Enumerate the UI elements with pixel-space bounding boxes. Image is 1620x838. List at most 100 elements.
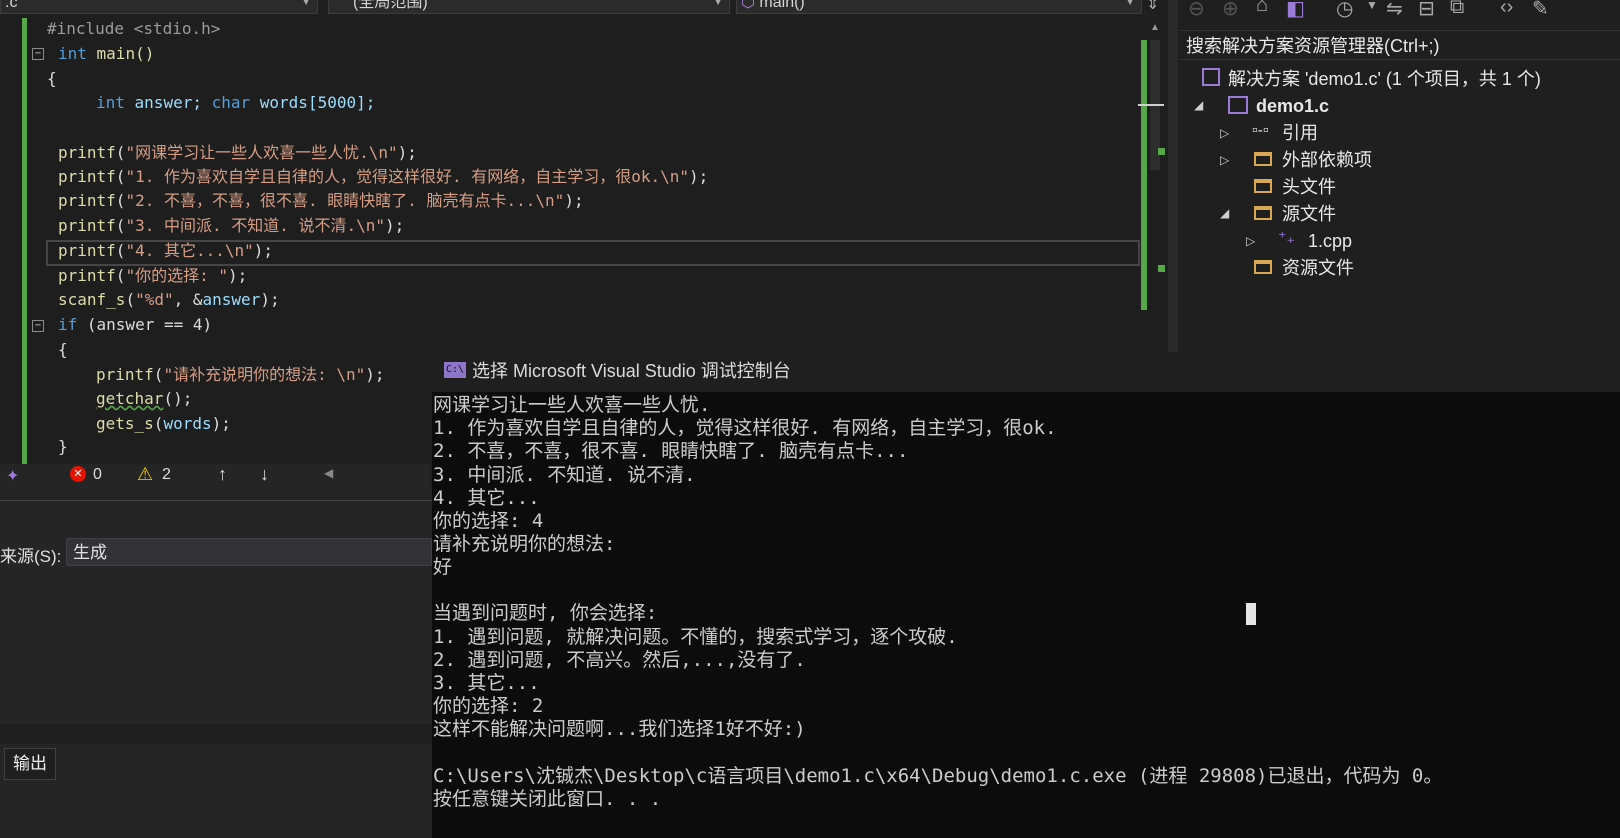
tree-item-resource-files[interactable]: 资源文件 [1282,255,1354,281]
string-literal: "3. 中间派. 不知道. 说不清.\n" [125,216,386,235]
code-line: printf("4. 其它...\n"); [58,241,274,260]
home-icon[interactable]: ⌂ [1256,0,1268,17]
editor-navigation-bar: .c ▼ (全局范围) ▼ ⬡ main() ▼ ⇕ [0,0,1180,14]
code-line: printf("1. 作为喜欢自学且自律的人，觉得这样很好. 有网络，自主学习，… [58,167,709,186]
solution-search-input[interactable]: 搜索解决方案资源管理器(Ctrl+;) [1180,30,1620,60]
collapse-all-icon[interactable]: ⊟ [1418,0,1435,21]
panel-splitter[interactable] [1168,0,1178,352]
error-count[interactable]: 0 [93,466,102,484]
function-combo-text: main() [759,0,805,11]
code-view-icon[interactable]: ‹› [1500,0,1513,19]
chevron-down-icon[interactable]: ▼ [1366,0,1378,12]
function-name-token: main() [86,44,155,63]
warning-icon[interactable]: ⚠ [137,464,153,485]
tree-item-external-deps[interactable]: 外部依赖项 [1282,147,1372,173]
function-name-token: printf [58,143,116,162]
console-line: 当遇到问题时, 你会选择: [433,602,658,624]
scroll-left-icon[interactable]: ◀ [324,466,333,480]
solution-explorer-toolbar: ⊖ ⊕ ⌂ ◧ ◷ ▼ ⇋ ⊟ ⧉ ‹› ✎ [1180,0,1620,28]
code-line: printf("2. 不喜，不喜，很不喜. 眼睛快瞎了. 脑壳有点卡...\n"… [58,191,584,210]
string-literal: "网课学习让一些人欢喜一些人忧.\n" [125,143,398,162]
string-literal: "你的选择: " [125,266,228,285]
solution-icon [1202,68,1220,86]
collapsed-arrow-icon[interactable]: ▷ [1220,153,1229,167]
console-line: 1. 遇到问题, 就解决问题。不懂的，搜索式学习，逐个攻破. [433,626,958,648]
change-marker [1158,265,1165,272]
code-line: { [47,66,57,91]
intellicode-icon[interactable]: ✦ [6,466,19,486]
show-all-files-icon[interactable]: ⧉ [1450,0,1464,19]
folder-icon [1254,152,1272,166]
string-literal: "2. 不喜，不喜，很不喜. 眼睛快瞎了. 脑壳有点卡...\n" [125,191,565,210]
scope-combo-text: (全局范围) [353,0,428,11]
function-combo[interactable]: ⬡ main() ▼ [736,0,1142,14]
function-name-token: printf [58,266,116,285]
scroll-up-icon[interactable]: ▲ [1150,22,1160,33]
include-directive: #include <stdio.h> [47,19,221,38]
tree-item-source-files[interactable]: 源文件 [1282,201,1336,227]
code-line: int main() [58,41,154,66]
collapse-icon[interactable]: − [32,320,44,332]
tree-item-solution[interactable]: 解决方案 'demo1.c' (1 个项目，共 1 个) [1228,66,1541,92]
sync-icon[interactable]: ⇋ [1386,0,1403,21]
properties-icon[interactable]: ✎ [1532,0,1549,21]
caret-position-marker [1138,104,1164,106]
brace-token: } [58,437,68,456]
console-line: 4. 其它... [433,487,540,509]
collapsed-arrow-icon[interactable]: ▷ [1220,126,1229,140]
folder-icon [1254,179,1272,193]
output-source-select[interactable]: 生成 [66,538,432,566]
function-name-token: printf [58,167,116,186]
folder-icon [1254,260,1272,274]
arrow-down-icon[interactable]: ↓ [260,464,269,485]
scope-combo[interactable]: (全局范围) ▼ [328,0,730,14]
keyword-token: int [58,44,87,63]
collapsed-arrow-icon[interactable]: ▷ [1246,234,1255,248]
identifier-token: words [163,414,212,433]
code-line: printf("3. 中间派. 不知道. 说不清.\n"); [58,216,405,235]
tree-item-cpp-file[interactable]: 1.cpp [1308,228,1352,254]
file-combo-text: .c [5,0,18,11]
code-line: scanf_s("%d", &answer); [58,290,280,309]
output-content [0,724,432,744]
editor-margin [0,16,20,480]
console-line: C:\Users\沈铖杰\Desktop\c语言项目\demo1.c\x64\D… [433,765,1443,787]
code-line: printf("网课学习让一些人欢喜一些人忧.\n"); [58,143,417,162]
code-line: #include <stdio.h> [47,16,220,41]
function-name-token: printf [58,241,116,260]
chevron-down-icon: ▼ [713,0,723,8]
split-icon[interactable]: ⇕ [1146,0,1159,14]
history-icon[interactable]: ◷ [1336,0,1353,21]
tree-item-references[interactable]: 引用 [1282,120,1318,146]
console-line: 请补充说明你的想法: [433,533,616,555]
console-line: 3. 中间派. 不知道. 说不清. [433,464,696,486]
tab-output[interactable]: 输出 [4,748,56,780]
tree-item-header-files[interactable]: 头文件 [1282,174,1336,200]
tab-output-label: 输出 [13,754,47,773]
console-line: 按任意键关闭此窗口. . . [433,788,662,810]
back-icon[interactable]: ⊖ [1188,0,1205,21]
tree-item-project[interactable]: demo1.c [1256,93,1329,119]
expanded-arrow-icon[interactable]: ◢ [1194,98,1203,112]
expanded-arrow-icon[interactable]: ◢ [1220,206,1229,220]
project-icon [1228,96,1248,114]
warning-count[interactable]: 2 [162,466,171,484]
folder-icon [1254,206,1272,220]
collapse-icon[interactable]: − [32,48,44,60]
console-line: 1. 作为喜欢自学且自律的人，觉得这样很好. 有网络，自主学习，很ok. [433,417,1057,439]
vs-switch-icon[interactable]: ◧ [1286,0,1305,21]
function-name-token: scanf_s [58,290,126,309]
console-title-bar[interactable]: C:\ 选择 Microsoft Visual Studio 调试控制台 [432,352,1620,392]
function-name-token: printf [58,216,116,235]
function-name-token: getchar [96,389,164,408]
error-icon[interactable]: ✕ [70,466,86,482]
console-line: 好 [433,556,453,578]
arrow-up-icon[interactable]: ↑ [218,464,227,485]
forward-icon[interactable]: ⊕ [1222,0,1239,21]
code-line: int answer; char words[5000]; [96,90,375,115]
chevron-down-icon: ▼ [301,0,311,8]
console-line: 2. 遇到问题, 不高兴。然后,...,没有了. [433,649,806,671]
file-combo[interactable]: .c ▼ [0,0,318,14]
references-icon: ▫-▫ [1252,122,1269,139]
change-tracking-bar [22,18,27,478]
